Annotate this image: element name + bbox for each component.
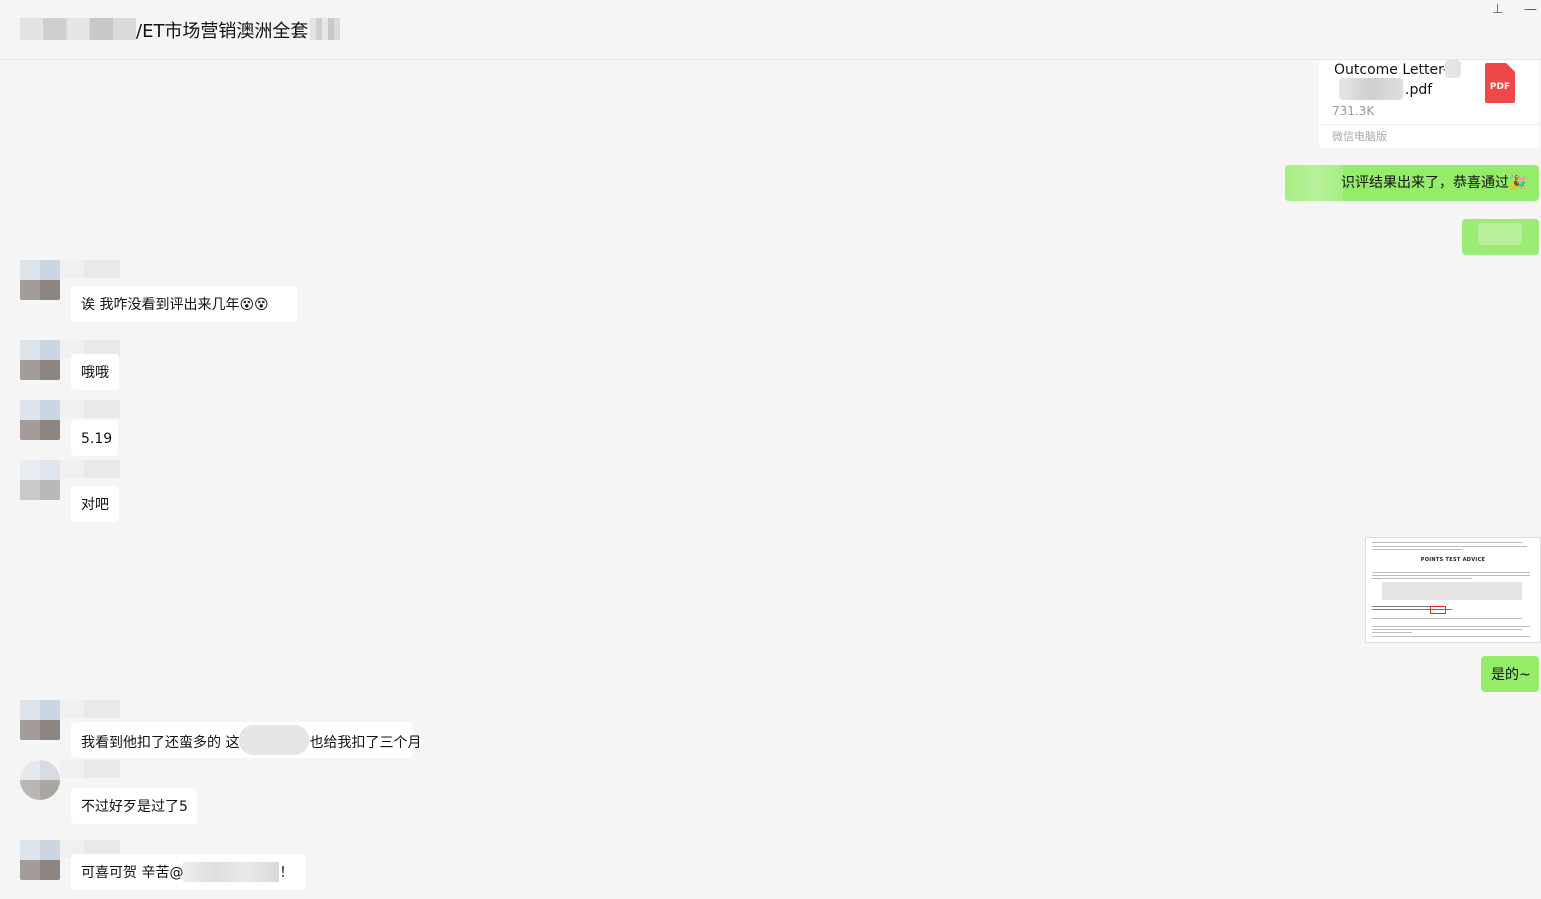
redacted-text — [1285, 165, 1343, 201]
document-image[interactable]: POINTS TEST ADVICE — [1365, 537, 1541, 643]
message-bubble-incoming[interactable]: 不过好歹是过了5 — [71, 788, 197, 824]
avatar[interactable] — [20, 460, 60, 500]
message-text: 可喜可贺 辛苦@ — [81, 865, 184, 881]
sender-name-redacted — [60, 700, 120, 718]
minimize-icon[interactable]: — — [1524, 2, 1537, 17]
redacted-area — [1382, 582, 1522, 600]
message-bubble-outgoing[interactable]: 识评结果出来了，恭喜通过🎉 — [1285, 165, 1539, 201]
file-extension: .pdf — [1405, 82, 1433, 98]
message-text: 我看到他扣了还蛮多的 这 — [81, 735, 240, 751]
chat-title-bar: /ET市场营销澳洲全套 ⊥ — — [0, 0, 1541, 60]
divider — [1319, 124, 1539, 125]
message-text: 对吧 — [81, 497, 109, 513]
avatar[interactable] — [20, 840, 60, 880]
message-text: 不过好歹是过了5 — [81, 799, 188, 815]
message-text: 哦哦 — [81, 365, 109, 381]
message-text: 识评结果出来了，恭喜通过🎉 — [1341, 175, 1527, 191]
avatar[interactable] — [20, 260, 60, 300]
message-text: 5.19 — [81, 431, 113, 447]
chat-title: /ET市场营销澳洲全套 — [136, 21, 309, 42]
pin-icon[interactable]: ⊥ — [1492, 2, 1503, 17]
message-bubble-incoming[interactable]: 诶 我咋没看到评出来几年😵😵 — [71, 286, 297, 322]
file-name-redacted-2 — [1339, 78, 1403, 100]
message-bubble-incoming[interactable]: 可喜可贺 辛苦@ ！ — [71, 854, 306, 890]
message-text: 诶 我咋没看到评出来几年😵😵 — [81, 297, 269, 313]
redacted-mention — [183, 861, 280, 882]
sender-name-redacted — [60, 460, 120, 478]
file-source: 微信电脑版 — [1332, 130, 1387, 143]
message-text-continued: ！ — [279, 865, 294, 881]
sender-name-redacted — [60, 400, 120, 418]
file-name-redacted — [1445, 60, 1461, 78]
sender-name-redacted — [60, 260, 120, 278]
sender-name-redacted — [60, 760, 120, 778]
title-redacted-tail — [310, 18, 340, 40]
redacted-text — [1478, 223, 1522, 245]
avatar[interactable] — [20, 400, 60, 440]
message-bubble-incoming[interactable]: 哦哦 — [71, 354, 119, 390]
message-bubble-outgoing[interactable]: 是的~ — [1481, 656, 1539, 692]
message-text: 是的~ — [1491, 667, 1531, 683]
avatar[interactable] — [20, 760, 60, 800]
file-size: 731.3K — [1332, 104, 1375, 118]
file-name: Outcome Letter- — [1334, 62, 1449, 78]
message-text-continued: 也给我扣了三个月 — [309, 735, 422, 751]
redacted-text — [239, 725, 310, 755]
document-heading: POINTS TEST ADVICE — [1420, 557, 1486, 563]
avatar[interactable] — [20, 700, 60, 740]
message-bubble-outgoing-redacted[interactable] — [1462, 219, 1539, 255]
title-redacted — [20, 18, 136, 40]
message-bubble-incoming[interactable]: 对吧 — [71, 486, 119, 522]
file-message-card[interactable]: Outcome Letter- .pdf 731.3K PDF 微信电脑版 — [1319, 60, 1539, 148]
message-bubble-incoming[interactable]: 我看到他扣了还蛮多的 这 也给我扣了三个月 — [71, 722, 421, 758]
pdf-icon-label: PDF — [1489, 82, 1511, 92]
avatar[interactable] — [20, 340, 60, 380]
message-bubble-incoming[interactable]: 5.19 — [71, 420, 118, 456]
